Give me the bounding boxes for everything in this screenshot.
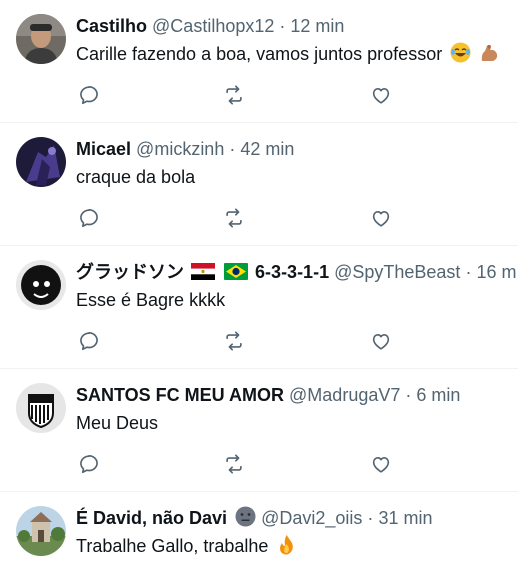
- reply-icon: [80, 332, 98, 351]
- heart-icon: [372, 88, 390, 104]
- retweet-icon: [226, 85, 242, 105]
- tweet-header: Micael @mickzinh · 42 min: [76, 137, 518, 161]
- egypt-flag-icon: [191, 262, 216, 280]
- tweet-header: É David, não Davi @Davi2_oiis · 31 min: [76, 506, 518, 530]
- retweet-icon: [226, 208, 242, 228]
- face-with-tears-of-joy-icon: [450, 42, 471, 63]
- tweet-text-content: Carille fazendo a boa, vamos juntos prof…: [76, 44, 443, 64]
- reply-button[interactable]: [76, 328, 102, 354]
- heart-icon: [372, 334, 390, 350]
- tweet-text-content: Trabalhe Gallo, trabalhe: [76, 536, 269, 556]
- heart-icon: [372, 457, 390, 473]
- avatar[interactable]: [16, 383, 66, 433]
- tweet-text-content: Meu Deus: [76, 413, 159, 433]
- tweet-text-content: Esse é Bagre kkkk: [76, 290, 226, 310]
- tweet-text: Meu Deus: [76, 411, 518, 435]
- tweet[interactable]: SANTOS FC MEU AMOR @MadrugaV7 · 6 min Me…: [0, 369, 518, 492]
- timestamp[interactable]: 12 min: [290, 16, 344, 36]
- tweet-header: Castilho @Castilhopx12 · 12 min: [76, 14, 518, 38]
- handle[interactable]: @Castilhopx12: [152, 16, 274, 36]
- handle[interactable]: @SpyTheBeast: [334, 262, 460, 282]
- handle[interactable]: @Davi2_oiis: [261, 508, 362, 528]
- display-name[interactable]: SANTOS FC MEU AMOR: [76, 385, 284, 405]
- retweet-button[interactable]: [221, 451, 247, 477]
- tweet-text: craque da bola: [76, 165, 518, 189]
- retweet-button[interactable]: [221, 328, 247, 354]
- display-name-suffix[interactable]: 6-3-3-1-1: [255, 262, 329, 282]
- retweet-button[interactable]: [221, 205, 247, 231]
- retweet-icon: [226, 331, 242, 351]
- timestamp[interactable]: 31 min: [378, 508, 432, 528]
- fire-icon: [276, 534, 297, 555]
- tweet-actions: [76, 205, 396, 231]
- tweet-header: SANTOS FC MEU AMOR @MadrugaV7 · 6 min: [76, 383, 518, 407]
- tweet-actions: [76, 451, 396, 477]
- display-name[interactable]: Micael: [76, 139, 131, 159]
- tweet-text: Trabalhe Gallo, trabalhe: [76, 534, 518, 558]
- reply-icon: [80, 86, 98, 105]
- timeline: Castilho @Castilhopx12 · 12 min Carille …: [0, 0, 518, 586]
- timestamp[interactable]: 16 m: [476, 262, 516, 282]
- brazil-flag-icon: [224, 262, 249, 280]
- tweet-text: Esse é Bagre kkkk: [76, 288, 518, 312]
- handle[interactable]: @MadrugaV7: [289, 385, 400, 405]
- separator-dot: ·: [279, 16, 286, 36]
- avatar[interactable]: [16, 14, 66, 64]
- reply-button[interactable]: [76, 451, 102, 477]
- timestamp[interactable]: 6 min: [416, 385, 460, 405]
- like-button[interactable]: [368, 328, 394, 354]
- avatar[interactable]: [16, 260, 66, 310]
- retweet-icon: [226, 454, 242, 474]
- like-button[interactable]: [368, 451, 394, 477]
- tweet-actions: [76, 82, 396, 108]
- reply-icon: [80, 455, 98, 474]
- display-name[interactable]: Castilho: [76, 16, 147, 36]
- display-name[interactable]: É David, não Davi: [76, 508, 227, 528]
- like-button[interactable]: [368, 82, 394, 108]
- handle[interactable]: @mickzinh: [136, 139, 224, 159]
- tweet[interactable]: Castilho @Castilhopx12 · 12 min Carille …: [0, 0, 518, 123]
- reply-icon: [80, 209, 98, 228]
- tweet-header: グラッドソン 6-3-3-1-1 @SpyTheBeast · 16 m: [76, 260, 518, 284]
- retweet-button[interactable]: [221, 82, 247, 108]
- display-name[interactable]: グラッドソン: [76, 262, 184, 282]
- avatar[interactable]: [16, 137, 66, 187]
- tweet[interactable]: Micael @mickzinh · 42 min craque da bola: [0, 123, 518, 246]
- separator-dot: ·: [229, 139, 236, 159]
- tweet-text: Carille fazendo a boa, vamos juntos prof…: [76, 42, 518, 66]
- tweet-actions: [76, 328, 396, 354]
- heart-icon: [372, 211, 390, 227]
- like-button[interactable]: [368, 205, 394, 231]
- neutral-face-icon: [235, 506, 256, 527]
- separator-dot: ·: [405, 385, 412, 405]
- reply-button[interactable]: [76, 82, 102, 108]
- timestamp[interactable]: 42 min: [240, 139, 294, 159]
- separator-dot: ·: [465, 262, 472, 282]
- separator-dot: ·: [367, 508, 374, 528]
- reply-button[interactable]: [76, 205, 102, 231]
- avatar[interactable]: [16, 506, 66, 556]
- tweet-text-content: craque da bola: [76, 167, 196, 187]
- flexed-biceps-icon: [479, 42, 500, 63]
- tweet[interactable]: グラッドソン 6-3-3-1-1 @SpyTheBeast · 16 m Ess…: [0, 246, 518, 369]
- tweet[interactable]: É David, não Davi @Davi2_oiis · 31 min T…: [0, 492, 518, 586]
